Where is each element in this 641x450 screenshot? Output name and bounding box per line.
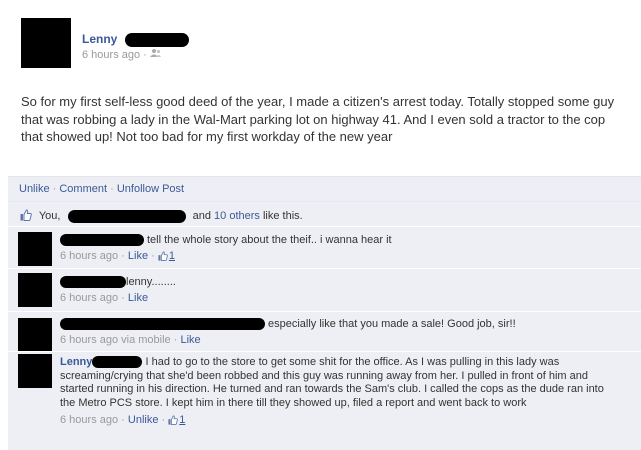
comment-like-link[interactable]: Like <box>180 334 200 346</box>
comment-item: especially like that you made a sale! Go… <box>8 311 641 352</box>
post-actions: Unlike · Comment · Unfollow Post <box>19 183 184 195</box>
thumbs-up-icon <box>168 415 179 425</box>
commenter-avatar[interactable] <box>18 273 52 307</box>
commenter-name[interactable]: Lenny <box>60 356 92 368</box>
comment-text: I had to go to the store to get some shi… <box>60 356 604 409</box>
comment-body: tell the whole story about the theif.. i… <box>60 233 392 263</box>
meta-separator: · <box>143 49 147 61</box>
comment-timestamp[interactable]: 6 hours ago <box>60 250 118 262</box>
comment-meta: 6 hours ago · Like <box>60 292 149 304</box>
comment-timestamp[interactable]: 6 hours ago <box>60 414 118 426</box>
post-meta: 6 hours ago · <box>82 48 162 61</box>
comment-timestamp[interactable]: 6 hours ago via mobile <box>60 334 171 346</box>
redacted-commenter-name <box>60 318 265 331</box>
redacted-commenter-name <box>60 276 126 289</box>
comment-text: lenny........ <box>126 276 176 288</box>
comment-timestamp[interactable]: 6 hours ago <box>60 292 118 304</box>
comment-text: tell the whole story about the theif.. i… <box>147 234 392 246</box>
friends-icon[interactable] <box>149 49 162 61</box>
comment-unlike-link[interactable]: Unlike <box>128 414 159 426</box>
comment-link[interactable]: Comment <box>59 183 107 195</box>
comment-like-count[interactable]: 1 <box>169 250 175 262</box>
comment-like-link[interactable]: Like <box>128 250 148 262</box>
comment-like-link[interactable]: Like <box>128 292 148 304</box>
likes-row: You, and 10 others like this. <box>8 201 641 225</box>
thumbs-up-icon <box>20 209 32 221</box>
comment-meta: 6 hours ago via mobile · Like <box>60 334 201 346</box>
comment-item: lenny........ 6 hours ago · Like <box>8 268 641 310</box>
post-timestamp[interactable]: 6 hours ago <box>82 49 140 61</box>
comment-body: lenny........ 6 hours ago · Like <box>60 275 176 305</box>
comment-like-count[interactable]: 1 <box>179 414 185 426</box>
comment-meta: 6 hours ago · Unlike · 1 <box>60 414 186 426</box>
comment-item: Lenny I had to go to the store to get so… <box>8 351 641 450</box>
redacted-commenter-surname <box>92 356 143 369</box>
comment-body: Lenny I had to go to the store to get so… <box>60 356 620 428</box>
likes-suffix: like this. <box>262 210 303 222</box>
likes-you: You, <box>38 210 61 222</box>
comment-body: especially like that you made a sale! Go… <box>60 317 516 347</box>
unlike-link[interactable]: Unlike <box>19 183 50 195</box>
action-sep: · <box>49 183 60 195</box>
commenter-avatar[interactable] <box>18 318 52 352</box>
commenter-avatar[interactable] <box>18 354 52 388</box>
action-sep: · <box>107 183 117 195</box>
comment-text: especially like that you made a sale! Go… <box>268 318 516 330</box>
likes-others-link[interactable]: 10 others <box>214 210 260 222</box>
post-author-name[interactable]: Lenny <box>82 32 117 46</box>
likes-and: and <box>192 210 211 222</box>
redacted-author-surname <box>125 33 189 47</box>
comment-meta: 6 hours ago · Like · 1 <box>60 250 175 262</box>
feedback-section: Unlike · Comment · Unfollow Post You, an… <box>8 176 641 450</box>
post-text: So for my first self-less good deed of t… <box>21 94 615 144</box>
author-avatar[interactable] <box>21 18 71 68</box>
unfollow-post-link[interactable]: Unfollow Post <box>117 183 184 195</box>
commenter-avatar[interactable] <box>18 232 52 266</box>
redacted-commenter-name <box>60 234 144 247</box>
comment-item: tell the whole story about the theif.. i… <box>8 226 641 268</box>
redacted-liker-names <box>67 209 186 223</box>
thumbs-up-icon <box>158 251 168 261</box>
